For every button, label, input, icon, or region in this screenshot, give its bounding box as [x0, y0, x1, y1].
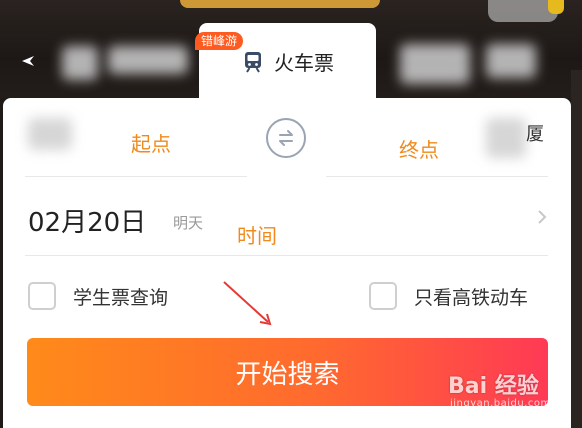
train-icon	[245, 51, 261, 73]
highspeed-only-option[interactable]: 只看高铁动车	[369, 282, 528, 310]
watermark-logo: Bai 经验	[448, 374, 539, 399]
blurred-tab-label	[400, 44, 470, 84]
highspeed-only-checkbox[interactable]	[369, 282, 397, 310]
date-annotation: 时间	[237, 224, 277, 248]
to-annotation: 终点	[399, 138, 439, 162]
blurred-tab-label	[108, 46, 188, 74]
banner-strip	[180, 0, 380, 8]
blurred-tab-label	[62, 46, 98, 80]
arrow-icon	[22, 56, 34, 66]
blurred-tab-label	[486, 44, 536, 78]
annotation-arrow	[223, 281, 272, 326]
promo-badge: 错峰游	[195, 32, 244, 50]
to-divider	[326, 176, 548, 177]
departure-date[interactable]: 02月20日	[28, 202, 146, 239]
highspeed-only-label: 只看高铁动车	[414, 286, 529, 309]
chevron-right-icon	[538, 210, 547, 224]
date-divider	[25, 255, 548, 256]
route-row: 起点 终点 厦	[3, 98, 571, 178]
from-annotation: 起点	[131, 132, 171, 156]
student-ticket-checkbox[interactable]	[28, 282, 56, 310]
tab-label: 火车票	[274, 51, 334, 75]
banner-dot	[548, 0, 564, 14]
to-city-edge: 厦	[526, 124, 544, 145]
from-city-blurred[interactable]	[28, 118, 72, 150]
student-ticket-label: 学生票查询	[73, 286, 169, 309]
to-city-blurred[interactable]	[486, 118, 526, 158]
swap-button[interactable]	[266, 118, 306, 158]
watermark-url: jingyan.baidu.com	[450, 398, 551, 409]
departure-weekday: 明天	[173, 214, 204, 232]
swap-icon	[279, 130, 293, 146]
tab-previous[interactable]	[0, 32, 200, 96]
from-divider	[25, 176, 247, 177]
watermark: Bai 经验 jingyan.baidu.com	[448, 368, 580, 428]
student-ticket-option[interactable]: 学生票查询	[28, 282, 168, 310]
